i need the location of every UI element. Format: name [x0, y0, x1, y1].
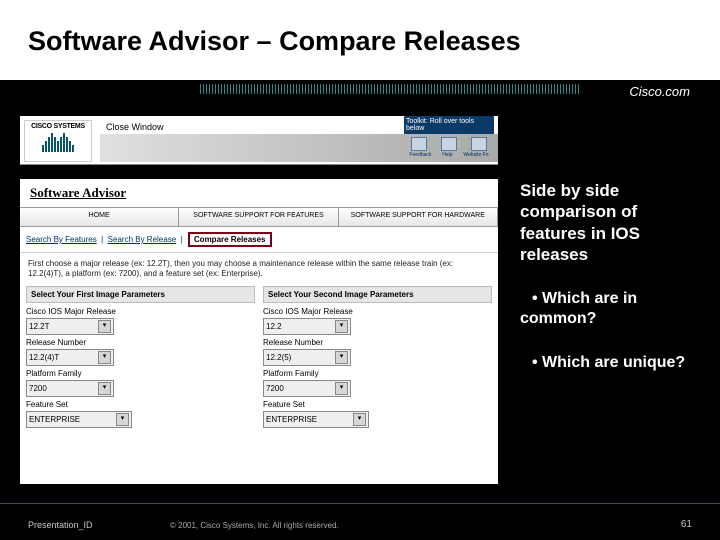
page-title[interactable]: Software Advisor	[20, 179, 498, 207]
toolkit-label: Toolkit: Roll over tools below	[404, 116, 494, 134]
col1-major-select[interactable]: 12.2T▾	[26, 318, 114, 335]
tab-home[interactable]: HOME	[20, 208, 179, 226]
tab-features[interactable]: SOFTWARE SUPPORT FOR FEATURES	[179, 208, 338, 226]
col2-rel-select[interactable]: 12.2(5)▾	[263, 349, 351, 366]
website-fn-icon[interactable]	[471, 137, 487, 151]
body-main: Side by side comparison of features in I…	[520, 180, 700, 265]
bullet-common: • Which are in common?	[520, 289, 700, 329]
col1-rel-select[interactable]: 12.2(4)T▾	[26, 349, 114, 366]
chevron-down-icon: ▾	[335, 382, 348, 395]
screenshot-panel: CISCO SYSTEMS Close Window Toolkit: Roll…	[20, 116, 498, 484]
help-icon[interactable]	[441, 137, 457, 151]
link-search-features[interactable]: Search By Features	[26, 235, 97, 244]
tab-hardware[interactable]: SOFTWARE SUPPORT FOR HARDWARE	[339, 208, 498, 226]
copyright-text: © 2001, Cisco Systems, Inc. All rights r…	[170, 521, 339, 530]
logo-bars-icon	[25, 130, 91, 152]
chevron-down-icon: ▾	[98, 320, 111, 333]
cisco-logo: CISCO SYSTEMS	[24, 120, 92, 162]
slide-body-text: Side by side comparison of features in I…	[520, 180, 700, 397]
first-image-column: Select Your First Image Parameters Cisco…	[26, 286, 255, 428]
chevron-down-icon: ▾	[98, 382, 111, 395]
second-image-column: Select Your Second Image Parameters Cisc…	[263, 286, 492, 428]
logo-text: CISCO SYSTEMS	[25, 121, 91, 130]
black-divider	[20, 165, 498, 179]
toolkit-l2: Help	[442, 152, 452, 158]
divider-pattern	[0, 80, 720, 108]
chevron-down-icon: ▾	[353, 413, 366, 426]
chevron-down-icon: ▾	[116, 413, 129, 426]
brand-label: Cisco.com	[629, 84, 690, 99]
col1-fs-label: Feature Set	[26, 400, 255, 409]
page-number: 61	[681, 519, 692, 530]
chevron-down-icon: ▾	[98, 351, 111, 364]
slide-title: Software Advisor – Compare Releases	[28, 26, 521, 57]
bullet-unique: • Which are unique?	[520, 353, 700, 373]
col2-header: Select Your Second Image Parameters	[263, 286, 492, 303]
col1-fs-select[interactable]: ENTERPRISE▾	[26, 411, 132, 428]
col1-plat-select[interactable]: 7200▾	[26, 380, 114, 397]
instructions-text: First choose a major release (ex: 12.2T)…	[20, 253, 498, 286]
col2-fs-label: Feature Set	[263, 400, 492, 409]
col1-major-label: Cisco IOS Major Release	[26, 307, 255, 316]
toolkit-l1: Feedback	[409, 152, 431, 158]
feedback-icon[interactable]	[411, 137, 427, 151]
slide-footer: Presentation_ID © 2001, Cisco Systems, I…	[0, 503, 720, 540]
sub-nav: Search By Features | Search By Release |…	[20, 227, 498, 253]
toolkit-l3: Website Fn	[463, 152, 488, 158]
col2-major-select[interactable]: 12.2▾	[263, 318, 351, 335]
screenshot-topbar: CISCO SYSTEMS Close Window Toolkit: Roll…	[20, 116, 498, 165]
col2-plat-label: Platform Family	[263, 369, 492, 378]
col1-header: Select Your First Image Parameters	[26, 286, 255, 303]
chevron-down-icon: ▾	[335, 320, 348, 333]
close-window-link[interactable]: Close Window	[106, 122, 164, 132]
presentation-id: Presentation_ID	[28, 520, 93, 530]
col1-plat-label: Platform Family	[26, 369, 255, 378]
link-search-release[interactable]: Search By Release	[108, 235, 176, 244]
chevron-down-icon: ▾	[335, 351, 348, 364]
col2-plat-select[interactable]: 7200▾	[263, 380, 351, 397]
tab-row: HOME SOFTWARE SUPPORT FOR FEATURES SOFTW…	[20, 207, 498, 227]
col2-fs-select[interactable]: ENTERPRISE▾	[263, 411, 369, 428]
col2-major-label: Cisco IOS Major Release	[263, 307, 492, 316]
toolkit-panel: Toolkit: Roll over tools below Feedback …	[404, 116, 494, 162]
current-compare-releases: Compare Releases	[188, 232, 272, 247]
col1-rel-label: Release Number	[26, 338, 255, 347]
col2-rel-label: Release Number	[263, 338, 492, 347]
